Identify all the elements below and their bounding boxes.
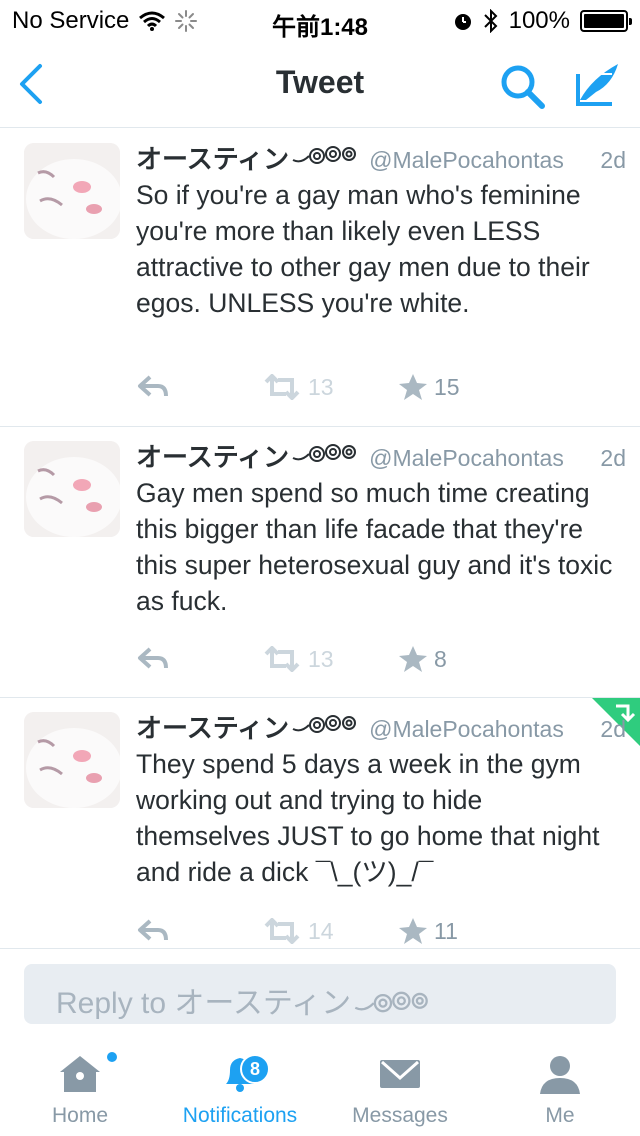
tab-me[interactable]: Me [480, 1040, 640, 1136]
battery-icon [580, 10, 632, 32]
tweet-actions: 14 11 [136, 913, 536, 949]
retweet-icon [264, 646, 300, 672]
home-new-dot [107, 1052, 117, 1062]
tweet-actions: 13 15 [136, 369, 536, 405]
author-handle[interactable]: @MalePocahontas [369, 445, 564, 472]
person-icon [540, 1056, 580, 1094]
status-bar: No Service 午前1:48 100% [0, 0, 640, 41]
swirl-emoji-icon [292, 715, 357, 733]
envelope-icon [380, 1060, 420, 1088]
favorite-count: 15 [434, 373, 460, 400]
tweet-item[interactable]: オースティン @MalePocahontas 2d So if you're a… [0, 129, 640, 427]
retweet-count: 14 [308, 917, 334, 944]
swirl-emoji-icon [354, 991, 428, 1013]
author-handle[interactable]: @MalePocahontas [369, 716, 564, 743]
author-name[interactable]: オースティン [136, 708, 289, 745]
tweet-item[interactable]: オースティン @MalePocahontas 2d Gay men spend … [0, 427, 640, 698]
author-name[interactable]: オースティン [136, 139, 289, 176]
tweet-item[interactable]: オースティン @MalePocahontas 2d They spend 5 d… [0, 698, 640, 949]
tweet-text: Gay men spend so much time creating this… [136, 478, 613, 616]
retweet-icon [264, 918, 300, 944]
reply-placeholder: Reply to オースティン [56, 978, 429, 1022]
tweet-text: They spend 5 days a week in the gym work… [136, 749, 600, 887]
favorite-button[interactable]: 15 [398, 369, 460, 405]
reply-icon [138, 647, 168, 669]
swirl-emoji-icon [292, 146, 357, 164]
tweet-header: オースティン @MalePocahontas 2d [136, 437, 626, 474]
tweet-timestamp: 2d [600, 716, 626, 742]
retweet-count: 13 [308, 645, 334, 672]
reply-button[interactable] [136, 369, 170, 405]
cat-avatar-image [24, 712, 120, 808]
star-icon [399, 646, 427, 672]
battery-percent: 100% [508, 7, 570, 34]
tab-label: Notifications [182, 1104, 298, 1127]
tab-home[interactable]: Home [0, 1040, 160, 1136]
star-icon [399, 918, 427, 944]
reply-button[interactable] [136, 913, 170, 949]
author-handle[interactable]: @MalePocahontas [369, 147, 564, 174]
tab-bar: Home 8 Notifications Messages Me [0, 1040, 640, 1136]
tweet-actions: 13 8 [136, 641, 536, 677]
notification-count-badge: 8 [240, 1054, 270, 1084]
nav-bar: Tweet [0, 40, 640, 128]
search-icon[interactable] [498, 62, 546, 110]
tweet-header: オースティン @MalePocahontas 2d [136, 708, 626, 745]
avatar[interactable] [24, 441, 120, 537]
tweet-timestamp: 2d [600, 445, 626, 471]
favorite-button[interactable]: 8 [398, 641, 447, 677]
retweet-button[interactable]: 13 [262, 641, 334, 677]
cat-avatar-image [24, 143, 120, 239]
compose-icon[interactable] [572, 60, 624, 108]
alarm-icon [454, 14, 471, 30]
favorite-button[interactable]: 11 [398, 913, 458, 949]
retweet-icon [264, 374, 300, 400]
star-icon [399, 374, 427, 400]
favorite-count: 11 [434, 917, 458, 944]
author-name[interactable]: オースティン [136, 437, 289, 474]
retweet-button[interactable]: 14 [262, 913, 334, 949]
tweet-timestamp: 2d [600, 147, 626, 173]
favorite-count: 8 [434, 645, 447, 672]
reply-icon [138, 375, 168, 397]
tweet-header: オースティン @MalePocahontas 2d [136, 139, 626, 176]
tab-notifications[interactable]: 8 Notifications [160, 1040, 320, 1136]
avatar[interactable] [24, 143, 120, 239]
reply-input[interactable]: Reply to オースティン [24, 964, 616, 1024]
retweet-count: 13 [308, 373, 334, 400]
retweet-button[interactable]: 13 [262, 369, 334, 405]
avatar[interactable] [24, 712, 120, 808]
reply-button[interactable] [136, 641, 170, 677]
tab-label: Messages [352, 1104, 448, 1127]
status-right: 100% [453, 7, 632, 35]
swirl-emoji-icon [292, 444, 357, 462]
tab-messages[interactable]: Messages [320, 1040, 480, 1136]
tweet-text: So if you're a gay man who's feminine yo… [136, 180, 590, 318]
cat-avatar-image [24, 441, 120, 537]
tab-label: Home [51, 1104, 109, 1127]
bluetooth-icon [483, 9, 498, 33]
tab-label: Me [545, 1104, 575, 1127]
reply-icon [138, 919, 168, 941]
home-icon [60, 1056, 100, 1092]
